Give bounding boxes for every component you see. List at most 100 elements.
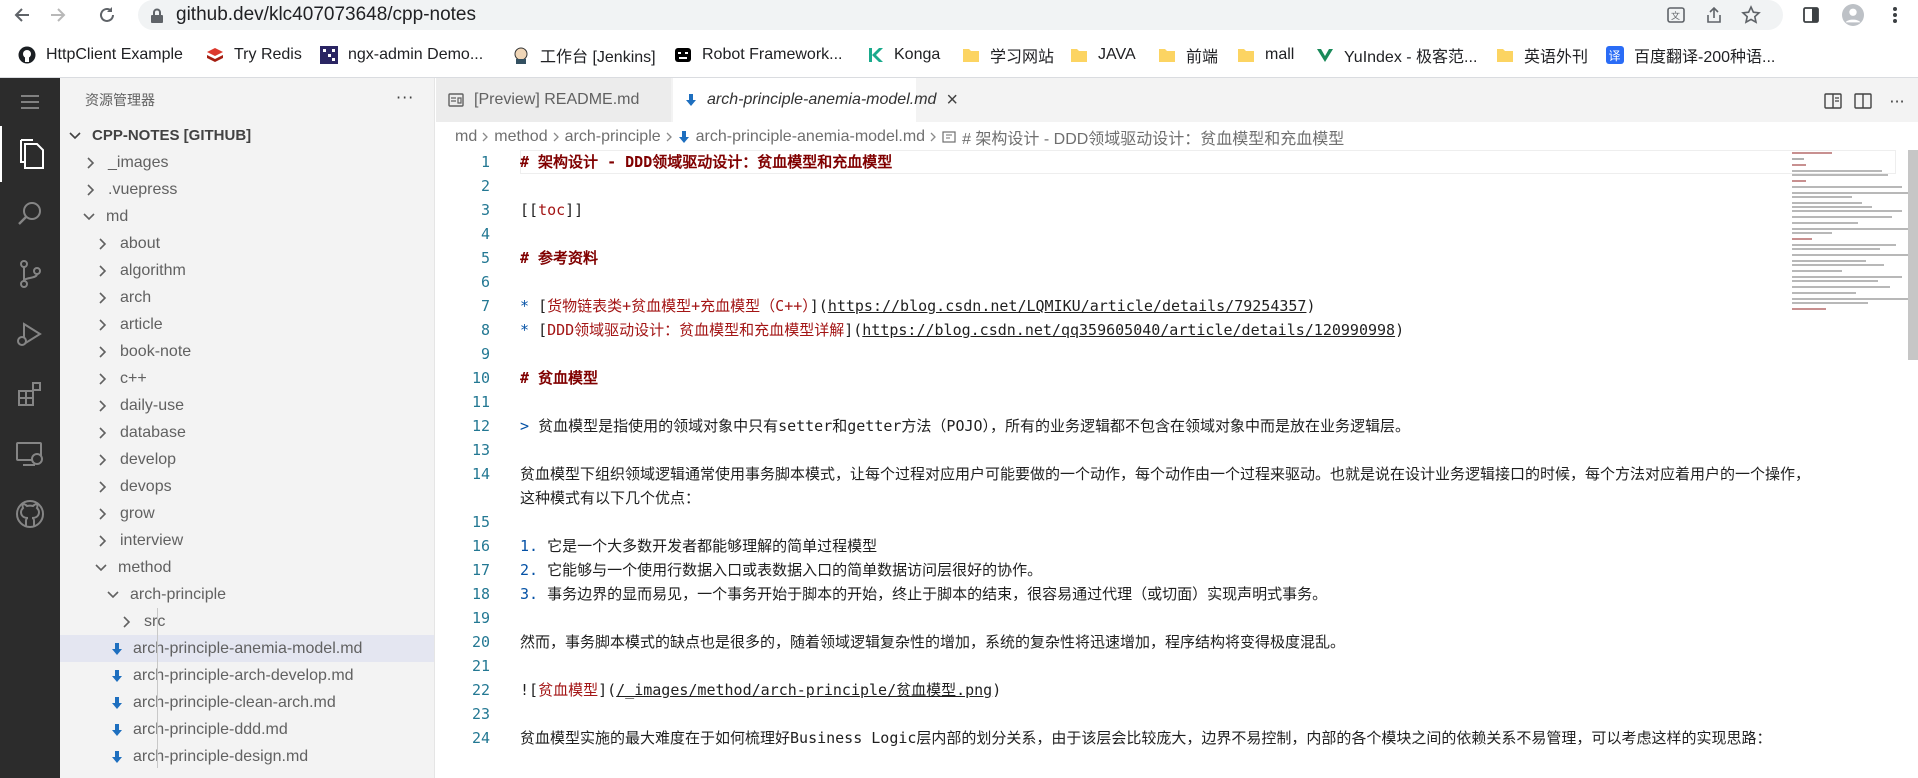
- bookmark-item[interactable]: 译 百度翻译-200种语...: [1606, 42, 1775, 68]
- forward-button[interactable]: [46, 4, 68, 26]
- extensions-button[interactable]: [0, 366, 60, 422]
- code-token: 事务边界的显而易见，一个事务开始于脚本的开始，终止于脚本的结束，很容易通过代理（…: [547, 585, 1328, 603]
- browser-menu-button[interactable]: [1884, 4, 1906, 26]
- code-token: ]]: [565, 201, 584, 219]
- bookmark-item[interactable]: 英语外刊: [1496, 42, 1588, 68]
- folder-item[interactable]: devops: [60, 473, 434, 500]
- chevron-right-icon: [96, 345, 110, 359]
- editor-more-button[interactable]: ···: [1886, 90, 1908, 112]
- more-actions-button[interactable]: ···: [396, 88, 414, 107]
- folder-item[interactable]: daily-use: [60, 392, 434, 419]
- share-button[interactable]: [1703, 4, 1725, 26]
- code-token: ): [1395, 321, 1405, 339]
- bookmark-item[interactable]: Robot Framework...: [674, 42, 842, 68]
- tab-close-button[interactable]: ×: [946, 89, 958, 112]
- file-item[interactable]: arch-principle-arch-develop.md: [60, 662, 434, 689]
- split-editor-button[interactable]: [1852, 90, 1874, 112]
- file-item[interactable]: arch-principle-design.md: [60, 743, 434, 770]
- vertical-scrollbar[interactable]: [1906, 150, 1918, 778]
- bookmark-item[interactable]: HttpClient Example: [18, 42, 183, 68]
- bookmark-item[interactable]: 学习网站: [962, 42, 1054, 68]
- chevron-right-icon: [84, 156, 98, 170]
- folder-item[interactable]: method: [60, 554, 434, 581]
- file-item-selected[interactable]: arch-principle-anemia-model.md: [60, 635, 434, 662]
- chevron-right-icon: [666, 132, 673, 142]
- bookmark-item[interactable]: 前端: [1158, 42, 1218, 68]
- scrollbar-thumb[interactable]: [1908, 150, 1918, 360]
- url-text[interactable]: github.dev/klc407073648/cpp-notes: [176, 4, 476, 26]
- avatar-icon: [1842, 4, 1864, 26]
- folder-item[interactable]: arch-principle: [60, 581, 434, 608]
- breadcrumb-item[interactable]: # 架构设计 - DDD领域驱动设计：贫血模型和充血模型: [962, 125, 1344, 149]
- run-debug-button[interactable]: [0, 306, 60, 362]
- reload-button[interactable]: [96, 4, 118, 26]
- editor-group: [Preview] README.md arch-principle-anemi…: [436, 78, 1918, 778]
- menu-button[interactable]: [0, 78, 60, 126]
- more-vertical-icon: [1893, 7, 1897, 23]
- bookmark-item[interactable]: YuIndex - 极客范...: [1316, 42, 1477, 68]
- code-editor[interactable]: 1 # 架构设计 - DDD领域驱动设计：贫血模型和充血模型 2 3 [[toc]] 4 5…: [436, 150, 1918, 778]
- bookmark-item[interactable]: 工作台 [Jenkins]: [512, 42, 656, 68]
- bookmark-item[interactable]: Try Redis: [206, 42, 302, 68]
- source-control-button[interactable]: [0, 246, 60, 302]
- bookmark-item[interactable]: JAVA: [1070, 42, 1136, 68]
- code-token: DDD领域驱动设计：贫血模型和充血模型详解: [547, 321, 845, 339]
- code-line: * [货物链表类+贫血模型+充血模型（C++）](https://blog.cs…: [520, 294, 1315, 318]
- search-button[interactable]: [0, 186, 60, 242]
- folder-item[interactable]: _images: [60, 149, 434, 176]
- open-preview-button[interactable]: [1822, 90, 1844, 112]
- file-item[interactable]: arch-principle-ddd.md: [60, 716, 434, 743]
- reload-icon: [100, 7, 114, 22]
- chevron-right-icon: [96, 480, 110, 494]
- line-number: 24: [471, 729, 490, 747]
- folder-item[interactable]: .vuepress: [60, 176, 434, 203]
- folder-item[interactable]: algorithm: [60, 257, 434, 284]
- address-bar[interactable]: github.dev/klc407073648/cpp-notes 文: [138, 0, 1783, 30]
- translate-button[interactable]: 文: [1665, 4, 1687, 26]
- file-item[interactable]: arch-principle-clean-arch.md: [60, 689, 434, 716]
- profile-button[interactable]: [1842, 4, 1864, 26]
- breadcrumb-item[interactable]: md: [455, 128, 477, 146]
- explorer-title: 资源管理器: [85, 93, 155, 109]
- tab-readme-preview[interactable]: [Preview] README.md: [436, 78, 672, 122]
- folder-item[interactable]: c++: [60, 365, 434, 392]
- folder-item[interactable]: book-note: [60, 338, 434, 365]
- code-token: *: [520, 321, 539, 339]
- chevron-down-icon: [94, 561, 108, 575]
- code-token: 贫血模型实施的最大难度在于如何梳理好Business Logic层内部的划分关系…: [520, 729, 1772, 747]
- folder-item[interactable]: arch: [60, 284, 434, 311]
- split-editor-icon: [1854, 93, 1872, 109]
- markdown-icon: [110, 696, 124, 710]
- breadcrumb-item[interactable]: method: [494, 128, 547, 146]
- bookmark-item[interactable]: ngx-admin Demo...: [320, 42, 483, 68]
- code-token: 货物链表类+贫血模型+充血模型（C++）: [547, 297, 810, 315]
- line-number: 4: [480, 225, 490, 243]
- breadcrumb-item[interactable]: arch-principle-anemia-model.md: [696, 128, 925, 146]
- folder-item[interactable]: database: [60, 419, 434, 446]
- chevron-right-icon: [553, 132, 560, 142]
- explorer-button[interactable]: [0, 126, 60, 182]
- back-button[interactable]: [12, 4, 34, 26]
- markdown-icon: [110, 669, 124, 683]
- side-panel-button[interactable]: [1800, 4, 1822, 26]
- tree-root[interactable]: CPP-NOTES [GITHUB]: [60, 122, 434, 149]
- chevron-right-icon: [84, 183, 98, 197]
- breadcrumb-item[interactable]: arch-principle: [565, 128, 661, 146]
- folder-item[interactable]: article: [60, 311, 434, 338]
- vscode-window: 资源管理器 ··· CPP-NOTES [GITHUB] _images .vu…: [0, 78, 1918, 778]
- code-token: https://blog.csdn.net/LQMIKU/article/det…: [827, 297, 1307, 315]
- bookmark-star-button[interactable]: [1740, 4, 1762, 26]
- folder-item[interactable]: md: [60, 203, 434, 230]
- folder-item[interactable]: develop: [60, 446, 434, 473]
- folder-item[interactable]: src: [60, 608, 434, 635]
- folder-item[interactable]: interview: [60, 527, 434, 554]
- bookmark-item[interactable]: mall: [1237, 42, 1294, 68]
- bookmark-item[interactable]: Konga: [866, 42, 940, 68]
- remote-explorer-button[interactable]: [0, 426, 60, 482]
- code-token: ](: [809, 297, 828, 315]
- folder-item[interactable]: grow: [60, 500, 434, 527]
- lock-icon: [151, 8, 163, 23]
- tab-anemia-model[interactable]: arch-principle-anemia-model.md ×: [673, 78, 958, 122]
- github-button[interactable]: [0, 486, 60, 542]
- folder-item[interactable]: about: [60, 230, 434, 257]
